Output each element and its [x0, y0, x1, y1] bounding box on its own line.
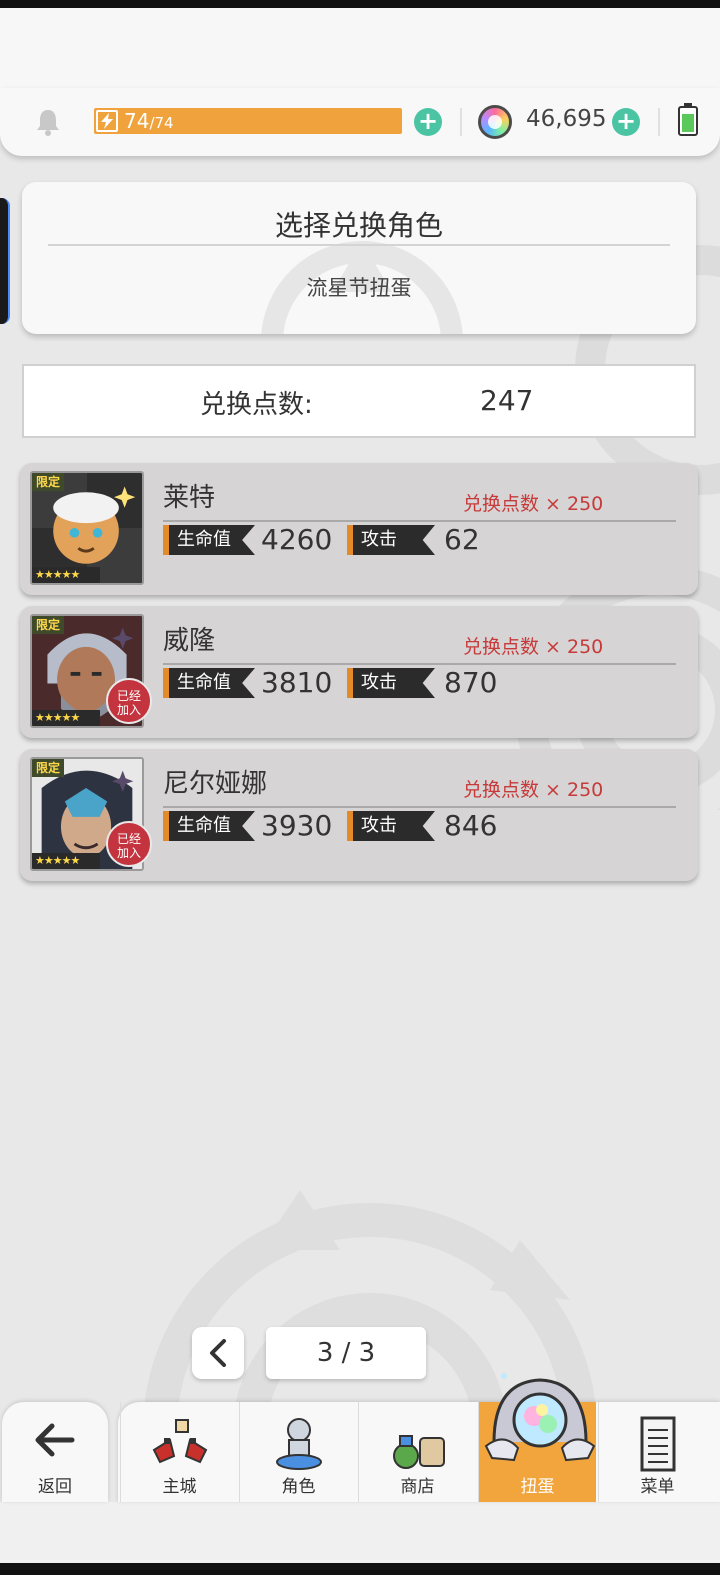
- hp-label: 生命值: [163, 811, 255, 841]
- nav-item-town[interactable]: 主城: [120, 1402, 238, 1502]
- star-rating: ★★★★★: [32, 853, 100, 869]
- town-icon: [152, 1419, 208, 1464]
- title-divider: [48, 244, 670, 246]
- energy-bar: 74/74: [94, 108, 402, 134]
- exchange-points-box: 兑换点数: 247: [22, 364, 696, 438]
- menu-icon: [640, 1416, 676, 1472]
- character-cost: 兑换点数 × 250: [463, 779, 604, 801]
- divider: [658, 108, 660, 136]
- chevron-left-icon: [210, 1339, 226, 1367]
- character-name: 尼尔娅娜: [163, 769, 268, 799]
- hp-value: 3810: [261, 666, 333, 699]
- points-value: 247: [480, 384, 534, 417]
- shop-icon: [393, 1435, 445, 1469]
- bottom-system-strip: [0, 1563, 720, 1575]
- page-indicator: 3 / 3: [266, 1327, 426, 1379]
- arrow-left-icon: [35, 1423, 75, 1457]
- nav-label: 扭蛋: [520, 1477, 555, 1497]
- status-bar: 74/74 + 46,695 +: [0, 88, 720, 156]
- bell-icon[interactable]: [32, 106, 64, 138]
- hp-label: 生命值: [163, 668, 255, 698]
- joined-badge: 已经 加入: [106, 678, 152, 724]
- hp-value: 4260: [261, 523, 333, 556]
- character-name: 莱特: [163, 483, 216, 513]
- nav-item-shop[interactable]: 商店: [358, 1402, 476, 1502]
- nav-label: 商店: [400, 1477, 435, 1497]
- header-area: [0, 8, 720, 88]
- limited-tag: 限定: [32, 616, 65, 634]
- add-gems-button[interactable]: +: [612, 108, 640, 136]
- joined-badge: 已经 加入: [106, 821, 152, 867]
- nav-label: 角色: [281, 1477, 316, 1497]
- character-name: 威隆: [163, 626, 216, 656]
- gem-icon: [478, 105, 512, 139]
- energy-max: /74: [149, 114, 174, 132]
- energy-count: 74/74: [124, 109, 174, 133]
- back-label: 返回: [38, 1477, 72, 1497]
- nav-label: 主城: [162, 1477, 197, 1497]
- back-button[interactable]: 返回: [2, 1402, 108, 1502]
- attack-label: 攻击: [347, 811, 435, 841]
- character-cost: 兑换点数 × 250: [463, 636, 604, 658]
- nav-label: 菜单: [640, 1477, 675, 1497]
- character-row-nieryana[interactable]: 限定 ★★★★★ 已经 加入 尼尔娅娜 兑换点数 × 250 生命值 3930 攻…: [20, 749, 698, 881]
- energy-current: 74: [124, 109, 150, 133]
- row-divider: [163, 806, 676, 808]
- add-energy-button[interactable]: +: [414, 108, 442, 136]
- limited-tag: 限定: [32, 473, 65, 491]
- character-icon: [276, 1418, 322, 1470]
- bottom-bar-background: [0, 1502, 720, 1563]
- character-row-lite[interactable]: 限定 ★★★★★ 莱特 兑换点数 × 250 生命值 4260 攻击 62: [20, 463, 698, 595]
- title-card: 选择兑换角色 流星节扭蛋: [22, 182, 696, 334]
- banner-name: 流星节扭蛋: [306, 276, 412, 300]
- character-portrait: 限定 ★★★★★: [30, 471, 144, 585]
- energy-bolt-icon: [96, 110, 118, 132]
- hp-label: 生命值: [163, 525, 255, 555]
- page-title: 选择兑换角色: [274, 209, 443, 242]
- nav-item-menu[interactable]: 菜单: [598, 1402, 716, 1502]
- divider: [460, 108, 462, 136]
- points-label: 兑换点数:: [200, 390, 313, 420]
- nav-item-character[interactable]: 角色: [239, 1402, 357, 1502]
- attack-value: 62: [444, 523, 480, 556]
- hp-value: 3930: [261, 809, 333, 842]
- row-divider: [163, 663, 676, 665]
- attack-value: 870: [444, 666, 498, 699]
- gem-count: 46,695: [526, 106, 607, 132]
- side-edge-tab[interactable]: [0, 198, 10, 324]
- top-system-strip: [0, 0, 720, 8]
- attack-label: 攻击: [347, 525, 435, 555]
- character-cost: 兑换点数 × 250: [463, 493, 604, 515]
- row-divider: [163, 520, 676, 522]
- limited-tag: 限定: [32, 759, 65, 777]
- gacha-icon: [484, 1373, 596, 1462]
- attack-value: 846: [444, 809, 498, 842]
- battery-icon: [678, 103, 698, 136]
- character-row-weilong[interactable]: 限定 ★★★★★ 已经 加入 威隆 兑换点数 × 250 生命值 3810 攻击 …: [20, 606, 698, 738]
- attack-label: 攻击: [347, 668, 435, 698]
- star-rating: ★★★★★: [32, 710, 100, 726]
- star-rating: ★★★★★: [32, 567, 100, 583]
- previous-page-button[interactable]: [192, 1327, 244, 1379]
- bottom-navigation: 主城 角色 商店 扭蛋 菜单: [118, 1402, 720, 1502]
